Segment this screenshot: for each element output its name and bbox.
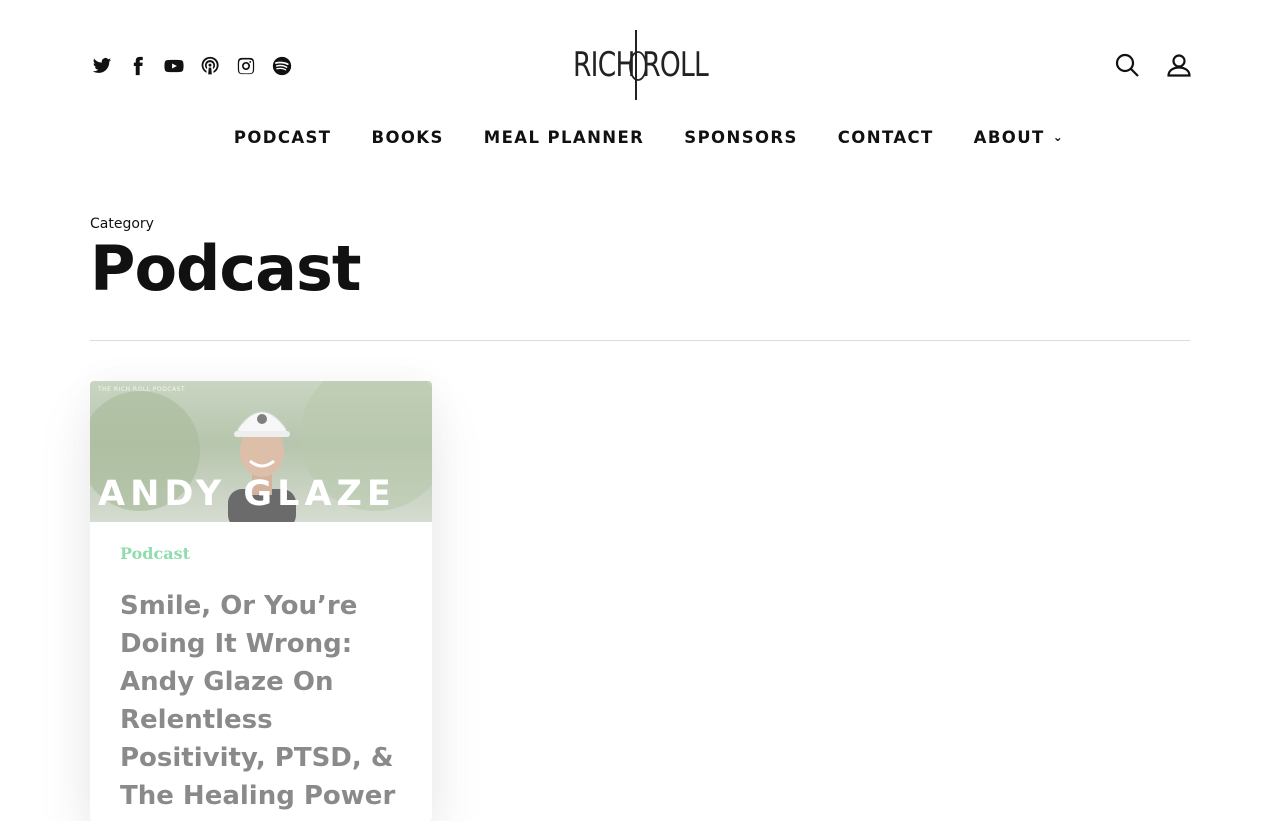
post-title[interactable]: Smile, Or You’re Doing It Wrong: Andy Gl…	[120, 587, 402, 815]
page-title: Podcast	[90, 232, 362, 305]
site-header: RICH ROLL PODCAST BOOKS MEAL PLANNER SPO…	[0, 0, 1280, 180]
nav-podcast[interactable]: PODCAST	[234, 128, 332, 147]
nav-contact[interactable]: CONTACT	[838, 128, 934, 147]
chevron-down-icon: ⌄	[1052, 129, 1065, 144]
post-thumbnail[interactable]: THE RICH ROLL PODCAST ANDY GLAZE	[90, 381, 432, 522]
nav-books[interactable]: BOOKS	[371, 128, 443, 147]
youtube-icon[interactable]	[164, 54, 184, 78]
account-icon[interactable]	[1166, 52, 1192, 78]
twitter-icon[interactable]	[92, 54, 112, 78]
post-category-link[interactable]: Podcast	[120, 544, 402, 563]
facebook-icon[interactable]	[128, 54, 148, 78]
header-actions	[1114, 52, 1192, 78]
instagram-icon[interactable]	[236, 54, 256, 78]
search-icon[interactable]	[1114, 52, 1140, 78]
social-links	[92, 54, 292, 78]
nav-meal-planner[interactable]: MEAL PLANNER	[484, 128, 645, 147]
podcast-icon[interactable]	[200, 54, 220, 78]
category-label: Category	[90, 216, 154, 232]
nav-about[interactable]: ABOUT ⌄	[974, 128, 1065, 147]
nav-sponsors[interactable]: SPONSORS	[684, 128, 798, 147]
spotify-icon[interactable]	[272, 54, 292, 78]
category-header: Category Podcast	[90, 216, 362, 305]
post-card[interactable]: THE RICH ROLL PODCAST ANDY GLAZE Podcast…	[90, 381, 432, 821]
main-nav: PODCAST BOOKS MEAL PLANNER SPONSORS CONT…	[0, 128, 1280, 147]
post-card-body: Podcast Smile, Or You’re Doing It Wrong:…	[90, 522, 432, 821]
site-logo[interactable]: RICH ROLL	[568, 28, 714, 102]
logo-slash-icon	[629, 30, 647, 100]
divider	[90, 340, 1190, 341]
